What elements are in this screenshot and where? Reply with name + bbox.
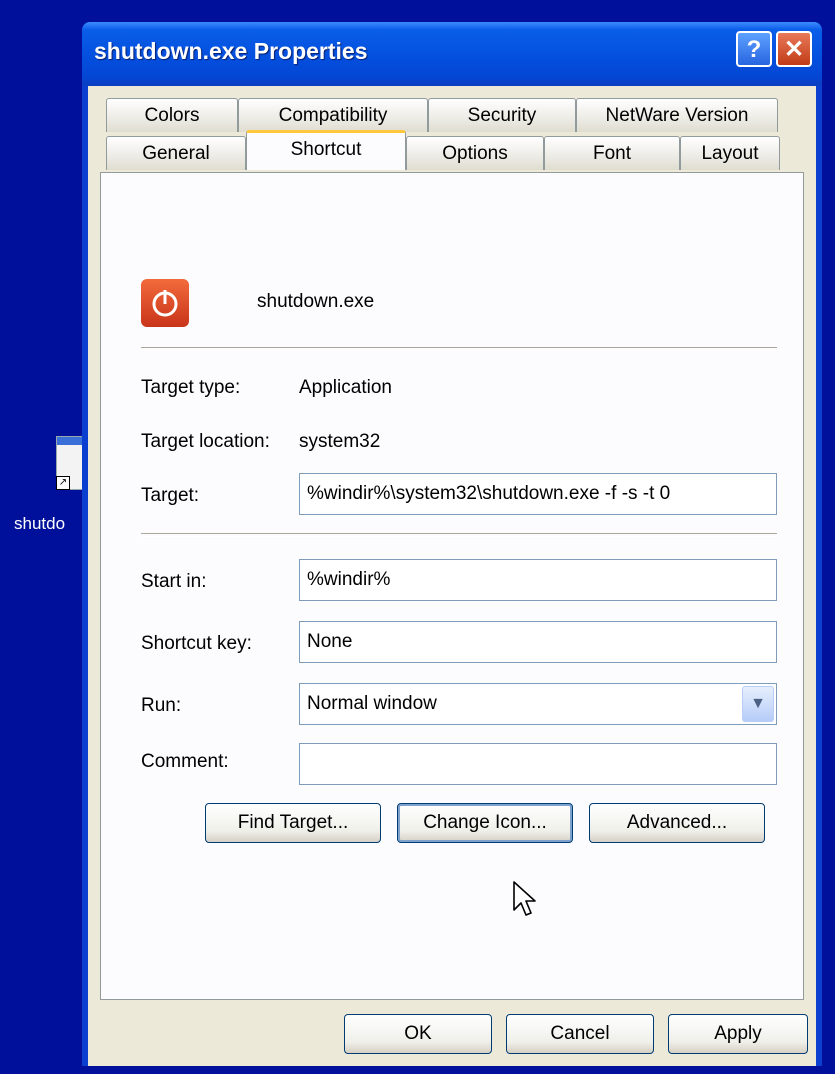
target-type-label: Target type: bbox=[141, 377, 241, 398]
start-in-label: Start in: bbox=[141, 571, 207, 592]
change-icon-button[interactable]: Change Icon... bbox=[397, 803, 573, 843]
find-target-button[interactable]: Find Target... bbox=[205, 803, 381, 843]
target-location-label: Target location: bbox=[141, 431, 270, 452]
shortcut-arrow-icon: ↗ bbox=[56, 476, 70, 490]
tab-security[interactable]: Security bbox=[428, 98, 576, 132]
separator bbox=[141, 347, 777, 351]
desktop-shortcut-icon[interactable]: ↗ bbox=[52, 436, 84, 494]
target-location-value: system32 bbox=[299, 431, 381, 452]
power-icon bbox=[141, 279, 189, 327]
run-select-value: Normal window bbox=[307, 693, 437, 714]
target-field[interactable]: %windir%\system32\shutdown.exe -f -s -t … bbox=[299, 473, 777, 515]
run-select[interactable]: Normal window ▼ bbox=[299, 683, 777, 725]
desktop-icon-label[interactable]: shutdo bbox=[14, 514, 65, 534]
comment-label: Comment: bbox=[141, 751, 229, 772]
target-type-value: Application bbox=[299, 377, 392, 398]
apply-button[interactable]: Apply bbox=[668, 1014, 808, 1054]
ok-button[interactable]: OK bbox=[344, 1014, 492, 1054]
advanced-button[interactable]: Advanced... bbox=[589, 803, 765, 843]
shortcut-name: shutdown.exe bbox=[257, 291, 375, 312]
shortcut-tab-panel: shutdown.exe Target type: Application Ta… bbox=[100, 172, 804, 1000]
title-bar[interactable]: shutdown.exe Properties ? ✕ bbox=[82, 22, 822, 86]
start-in-field[interactable]: %windir% bbox=[299, 559, 777, 601]
tab-shortcut[interactable]: Shortcut bbox=[246, 130, 406, 170]
target-label: Target: bbox=[141, 485, 200, 506]
tab-netware-version[interactable]: NetWare Version bbox=[576, 98, 778, 132]
close-button[interactable]: ✕ bbox=[776, 31, 812, 67]
separator bbox=[141, 533, 777, 537]
run-label: Run: bbox=[141, 695, 182, 716]
comment-field[interactable] bbox=[299, 743, 777, 785]
help-button[interactable]: ? bbox=[736, 31, 772, 67]
chevron-down-icon[interactable]: ▼ bbox=[742, 686, 774, 722]
cancel-button[interactable]: Cancel bbox=[506, 1014, 654, 1054]
tab-layout[interactable]: Layout bbox=[680, 136, 780, 170]
window-title: shutdown.exe Properties bbox=[94, 38, 368, 64]
tab-options[interactable]: Options bbox=[406, 136, 544, 170]
properties-window: shutdown.exe Properties ? ✕ Colors Compa… bbox=[82, 22, 822, 1066]
tab-colors[interactable]: Colors bbox=[106, 98, 238, 132]
dialog-client-area: Colors Compatibility Security NetWare Ve… bbox=[88, 86, 816, 1066]
tab-general[interactable]: General bbox=[106, 136, 246, 170]
mouse-pointer-icon bbox=[513, 881, 536, 916]
shortcut-key-label: Shortcut key: bbox=[141, 633, 252, 654]
shortcut-key-field[interactable]: None bbox=[299, 621, 777, 663]
tab-compatibility[interactable]: Compatibility bbox=[238, 98, 428, 132]
tab-font[interactable]: Font bbox=[544, 136, 680, 170]
